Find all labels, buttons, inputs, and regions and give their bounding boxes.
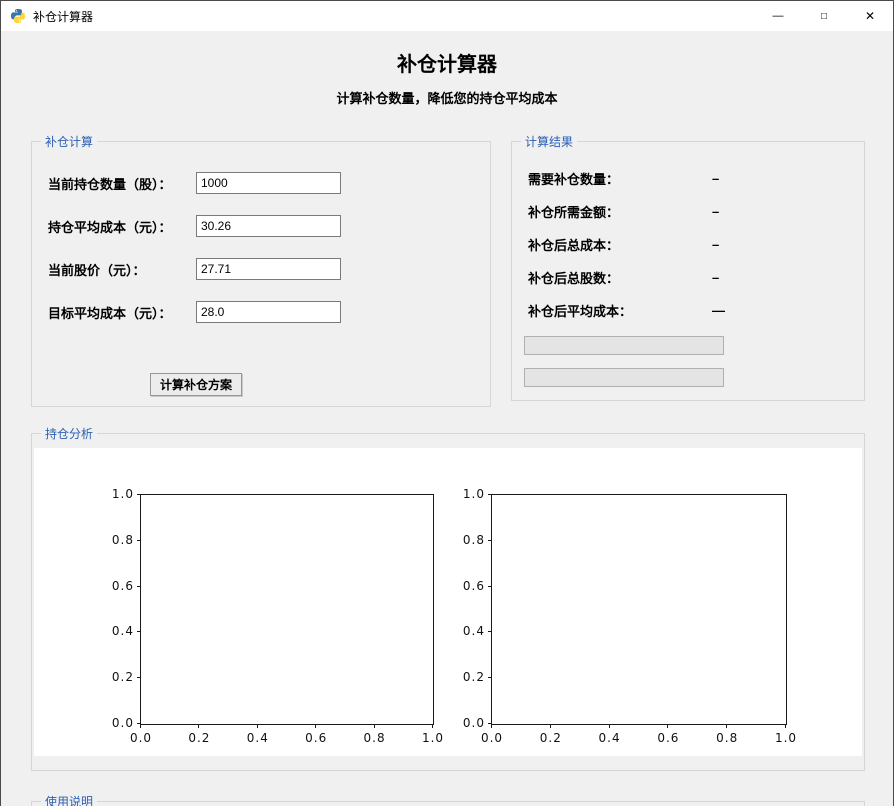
y-tick-label: 0.8	[98, 533, 134, 547]
x-tick-label: 0.0	[475, 731, 509, 745]
field-row-target-cost: 目标平均成本（元）：	[48, 300, 490, 324]
result-rows: 需要补仓数量： – 补仓所需金额： – 补仓后总成本： – 补仓后总股数： – …	[512, 142, 864, 320]
needed-shares-value: –	[712, 171, 719, 186]
chart-canvas: 0.00.20.40.60.81.00.00.20.40.60.81.0 0.0…	[34, 448, 862, 756]
app-window: 补仓计算器 — □ ✕ 补仓计算器 计算补仓数量，降低您的持仓平均成本 补仓计算…	[0, 0, 894, 806]
page-subtitle: 计算补仓数量，降低您的持仓平均成本	[1, 88, 893, 107]
window-titlebar: 补仓计算器 — □ ✕	[1, 1, 893, 31]
x-tick-label: 0.2	[534, 731, 568, 745]
x-tick-mark	[432, 724, 433, 728]
needed-amount-value: –	[712, 204, 719, 219]
current-shares-input[interactable]	[196, 172, 341, 194]
window-title: 补仓计算器	[33, 8, 93, 25]
analysis-section: 持仓分析 0.00.20.40.60.81.00.00.20.40.60.81.…	[31, 433, 865, 771]
calculate-button[interactable]: 计算补仓方案	[150, 373, 242, 396]
calc-section: 补仓计算 当前持仓数量（股）： 持仓平均成本（元）： 当前股价（元）： 目标平均…	[31, 141, 491, 407]
x-tick-label: 0.4	[241, 731, 275, 745]
field-row-current-price: 当前股价（元）：	[48, 257, 490, 281]
new-avg-cost-label: 补仓后平均成本：	[528, 301, 712, 320]
y-tick-mark	[137, 494, 141, 495]
result-row-total-shares: 补仓后总股数： –	[528, 267, 864, 287]
analysis-section-title: 持仓分析	[41, 425, 97, 442]
target-cost-label: 目标平均成本（元）：	[48, 303, 196, 322]
x-tick-mark	[491, 724, 492, 728]
y-tick-mark	[488, 631, 492, 632]
new-avg-cost-value: —	[712, 303, 725, 318]
calc-form: 当前持仓数量（股）： 持仓平均成本（元）： 当前股价（元）： 目标平均成本（元）…	[32, 142, 490, 396]
avg-cost-label: 持仓平均成本（元）：	[48, 217, 196, 236]
y-tick-mark	[488, 586, 492, 587]
page-title: 补仓计算器	[1, 48, 893, 77]
target-cost-input[interactable]	[196, 301, 341, 323]
current-price-label: 当前股价（元）：	[48, 260, 196, 279]
total-shares-value: –	[712, 270, 719, 285]
x-tick-label: 0.2	[182, 731, 216, 745]
usage-section: 使用说明	[31, 801, 865, 806]
x-tick-mark	[726, 724, 727, 728]
x-tick-mark	[315, 724, 316, 728]
result-row-needed-shares: 需要补仓数量： –	[528, 168, 864, 188]
y-tick-mark	[488, 540, 492, 541]
y-tick-label: 0.2	[98, 670, 134, 684]
x-tick-label: 0.6	[299, 731, 333, 745]
x-tick-label: 1.0	[416, 731, 450, 745]
x-tick-mark	[140, 724, 141, 728]
usage-section-title: 使用说明	[41, 793, 97, 806]
result-row-needed-amount: 补仓所需金额： –	[528, 201, 864, 221]
x-tick-label: 0.4	[593, 731, 627, 745]
right-plot-axes: 0.00.20.40.60.81.00.00.20.40.60.81.0	[491, 494, 787, 725]
field-row-avg-cost: 持仓平均成本（元）：	[48, 214, 490, 238]
x-tick-mark	[374, 724, 375, 728]
result-display-bar-1	[524, 336, 724, 355]
y-tick-label: 0.2	[449, 670, 485, 684]
close-button[interactable]: ✕	[847, 1, 893, 31]
y-tick-label: 0.6	[98, 579, 134, 593]
maximize-button[interactable]: □	[801, 1, 847, 31]
y-tick-label: 1.0	[449, 487, 485, 501]
minimize-button[interactable]: —	[755, 1, 801, 31]
total-shares-label: 补仓后总股数：	[528, 268, 712, 287]
y-tick-label: 0.4	[449, 624, 485, 638]
avg-cost-input[interactable]	[196, 215, 341, 237]
y-tick-mark	[137, 586, 141, 587]
current-shares-label: 当前持仓数量（股）：	[48, 174, 196, 193]
y-tick-mark	[137, 677, 141, 678]
x-tick-label: 1.0	[769, 731, 803, 745]
y-tick-label: 0.8	[449, 533, 485, 547]
y-tick-label: 1.0	[98, 487, 134, 501]
result-row-new-avg-cost: 补仓后平均成本： —	[528, 300, 864, 320]
y-tick-mark	[488, 677, 492, 678]
y-tick-mark	[137, 631, 141, 632]
field-row-current-shares: 当前持仓数量（股）：	[48, 171, 490, 195]
x-tick-mark	[609, 724, 610, 728]
total-cost-label: 补仓后总成本：	[528, 235, 712, 254]
calc-section-title: 补仓计算	[41, 133, 97, 150]
x-tick-label: 0.0	[124, 731, 158, 745]
x-tick-label: 0.8	[358, 731, 392, 745]
total-cost-value: –	[712, 237, 719, 252]
result-section: 计算结果 需要补仓数量： – 补仓所需金额： – 补仓后总成本： – 补仓后总股…	[511, 141, 865, 401]
y-tick-label: 0.6	[449, 579, 485, 593]
x-tick-mark	[198, 724, 199, 728]
result-display-bar-2	[524, 368, 724, 387]
y-tick-mark	[488, 494, 492, 495]
x-tick-label: 0.6	[651, 731, 685, 745]
y-tick-mark	[137, 540, 141, 541]
result-row-total-cost: 补仓后总成本： –	[528, 234, 864, 254]
needed-shares-label: 需要补仓数量：	[528, 169, 712, 188]
y-tick-label: 0.4	[98, 624, 134, 638]
x-tick-mark	[550, 724, 551, 728]
y-tick-label: 0.0	[449, 716, 485, 730]
result-section-title: 计算结果	[521, 133, 577, 150]
window-controls: — □ ✕	[755, 1, 893, 31]
needed-amount-label: 补仓所需金额：	[528, 202, 712, 221]
x-tick-label: 0.8	[710, 731, 744, 745]
x-tick-mark	[785, 724, 786, 728]
x-tick-mark	[257, 724, 258, 728]
y-tick-label: 0.0	[98, 716, 134, 730]
current-price-input[interactable]	[196, 258, 341, 280]
x-tick-mark	[667, 724, 668, 728]
python-icon	[10, 8, 26, 24]
left-plot-axes: 0.00.20.40.60.81.00.00.20.40.60.81.0	[140, 494, 434, 725]
